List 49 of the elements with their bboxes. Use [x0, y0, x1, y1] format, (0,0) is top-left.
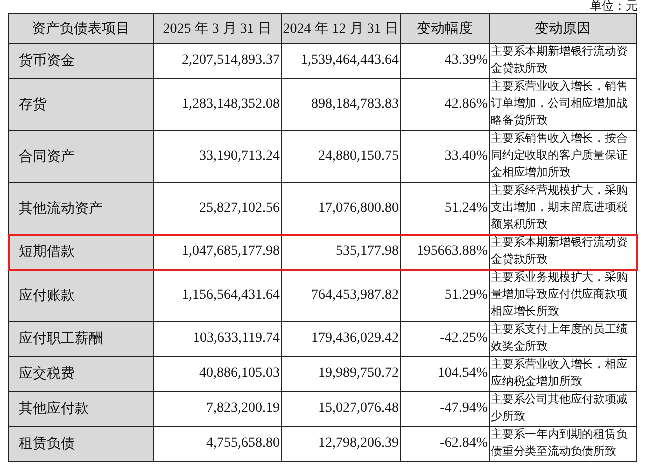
table-cell: 合同资产 [8, 130, 154, 182]
table-cell: 租赁负债 [8, 426, 154, 462]
table-cell: 主要系营业收入增长，相应应纳税金增加所致 [490, 356, 636, 392]
table-cell: 应付账款 [8, 270, 154, 322]
table-cell: 33,190,713.24 [154, 130, 282, 182]
table-cell: -47.94% [400, 392, 490, 426]
table-cell: 179,436,029.42 [282, 322, 400, 356]
table-cell: 存货 [8, 78, 154, 130]
table-cell: 104.54% [400, 356, 490, 392]
table-cell: 24,880,150.75 [282, 130, 400, 182]
table-cell: 主要系一年内到期的租赁负债重分类至流动负债所致 [490, 426, 636, 462]
table-cell: 19,989,750.72 [282, 356, 400, 392]
table-cell: 43.39% [400, 44, 490, 78]
table-cell: -42.25% [400, 322, 490, 356]
table-cell: 764,453,987.82 [282, 270, 400, 322]
table-cell: 51.29% [400, 270, 490, 322]
table-cell: 短期借款 [8, 234, 154, 270]
table-cell: 42.86% [400, 78, 490, 130]
table-cell: -62.84% [400, 426, 490, 462]
column-header: 2025 年 3 月 31 日 [154, 14, 282, 44]
column-header: 变动原因 [490, 14, 636, 44]
table-cell: 40,886,105.03 [154, 356, 282, 392]
table-cell: 其他流动资产 [8, 182, 154, 234]
table-cell: 应交税费 [8, 356, 154, 392]
table-cell: 主要系支付上年度的员工绩效奖金所致 [490, 322, 636, 356]
table-cell: 主要系本期新增银行流动资金贷款所致 [490, 44, 636, 78]
table-cell: 1,539,464,443.64 [282, 44, 400, 78]
table-cell: 7,823,200.19 [154, 392, 282, 426]
table-cell: 主要系销售收入增长，按合同约定收取的客户质量保证金相应增加所致 [490, 130, 636, 182]
table-cell: 2,207,514,893.37 [154, 44, 282, 78]
table-cell: 33.40% [400, 130, 490, 182]
table-cell: 103,633,119.74 [154, 322, 282, 356]
table-cell: 应付职工薪酬 [8, 322, 154, 356]
column-header: 变动幅度 [400, 14, 490, 44]
table-cell: 主要系经营规模扩大，采购支出增加，期末留底进项税额累积所致 [490, 182, 636, 234]
column-header: 2024 年 12 月 31 日 [282, 14, 400, 44]
unit-label: 单位：元 [590, 0, 638, 13]
table-cell: 898,184,783.83 [282, 78, 400, 130]
table-cell: 1,283,148,352.08 [154, 78, 282, 130]
table-cell: 4,755,658.80 [154, 426, 282, 462]
table-cell: 1,156,564,431.64 [154, 270, 282, 322]
table-cell: 货币资金 [8, 44, 154, 78]
table-cell: 主要系业务规模扩大，采购量增加导致应付供应商款项相应增长所致 [490, 270, 636, 322]
table-cell: 12,798,206.39 [282, 426, 400, 462]
table-cell: 主要系公司其他应付款项减少所致 [490, 392, 636, 426]
table-cell: 主要系营业收入增长，销售订单增加，公司相应增加战略备货所致 [490, 78, 636, 130]
table-cell: 15,027,076.48 [282, 392, 400, 426]
table-cell: 其他应付款 [8, 392, 154, 426]
column-header: 资产负债表项目 [8, 14, 154, 44]
